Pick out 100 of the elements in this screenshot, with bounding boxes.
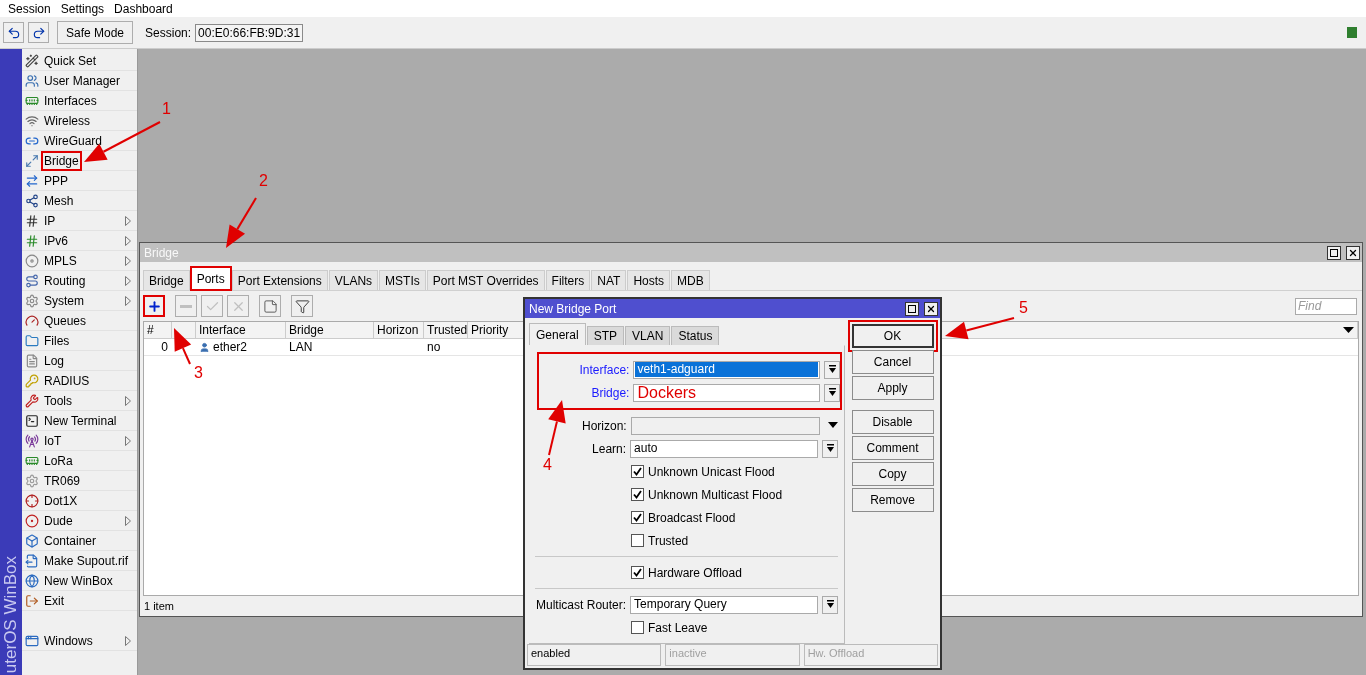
tab[interactable]: Ports bbox=[190, 267, 231, 290]
sidebar-item[interactable]: Wireless bbox=[22, 111, 137, 131]
dropdown-button[interactable] bbox=[824, 360, 840, 379]
tab[interactable]: Port MST Overrides bbox=[426, 270, 545, 290]
sidebar-item[interactable]: Container bbox=[22, 531, 137, 551]
dialog-button[interactable]: Disable bbox=[851, 410, 934, 434]
sidebar-item[interactable]: User Manager bbox=[22, 71, 137, 91]
sidebar-item[interactable]: Tools bbox=[22, 391, 137, 411]
tab[interactable]: NAT bbox=[591, 270, 627, 290]
tab[interactable]: Hosts bbox=[627, 270, 671, 290]
sidebar-item[interactable]: Mesh bbox=[22, 191, 137, 211]
dropdown-arrow-icon bbox=[827, 365, 837, 374]
sidebar-item[interactable]: Quick Set bbox=[22, 51, 137, 71]
dropdown-arrow-icon bbox=[825, 444, 835, 453]
sidebar-item[interactable]: PPP bbox=[22, 171, 137, 191]
sidebar-item[interactable]: Exit bbox=[22, 591, 137, 611]
close-button[interactable] bbox=[1346, 245, 1360, 260]
dropdown-field[interactable]: auto bbox=[630, 439, 819, 458]
dialog-button[interactable]: Copy bbox=[851, 462, 934, 486]
four-arrows-icon bbox=[25, 153, 39, 168]
sidebar-item[interactable]: TR069 bbox=[22, 471, 137, 491]
sidebar-item[interactable]: Make Supout.rif bbox=[22, 551, 137, 571]
sidebar-item[interactable]: Windows bbox=[22, 631, 137, 651]
menu-item[interactable]: Session bbox=[3, 1, 56, 16]
maximize-button[interactable] bbox=[1327, 245, 1341, 260]
safe-mode-button[interactable]: Safe Mode bbox=[57, 21, 134, 44]
column-header[interactable]: Bridge bbox=[286, 322, 374, 338]
checkbox[interactable] bbox=[631, 621, 644, 634]
sidebar-label: New Terminal bbox=[43, 412, 118, 429]
checkbox-label: Hardware Offload bbox=[648, 565, 742, 580]
tab[interactable]: Port Extensions bbox=[231, 270, 328, 290]
sidebar-item[interactable]: MPLS bbox=[22, 251, 137, 271]
checkbox[interactable] bbox=[631, 566, 644, 579]
sidebar-item[interactable]: Queues bbox=[22, 311, 137, 331]
nodes-icon bbox=[25, 193, 39, 208]
folder-icon bbox=[25, 333, 39, 348]
tab[interactable]: Status bbox=[671, 326, 720, 345]
maximize-button[interactable] bbox=[905, 301, 919, 316]
combo-field[interactable] bbox=[630, 416, 821, 435]
sidebar-item[interactable]: Bridge bbox=[22, 151, 137, 171]
sidebar-item[interactable]: RADIUS bbox=[22, 371, 137, 391]
submenu-arrow-icon bbox=[125, 275, 131, 286]
sidebar-item[interactable]: Files bbox=[22, 331, 137, 351]
dropdown-field[interactable]: veth1-adguard bbox=[633, 360, 821, 379]
checkbox[interactable] bbox=[631, 511, 644, 524]
dialog-button[interactable]: Apply bbox=[851, 376, 934, 400]
sidebar-item[interactable]: New WinBox bbox=[22, 571, 137, 591]
column-menu-arrow-icon[interactable] bbox=[1343, 326, 1354, 334]
field-value: auto bbox=[633, 441, 659, 456]
dropdown-button[interactable] bbox=[822, 595, 838, 614]
tab[interactable]: Bridge bbox=[143, 270, 190, 290]
column-header[interactable]: Horizon bbox=[374, 322, 424, 338]
column-header[interactable]: Trusted bbox=[424, 322, 468, 338]
dropdown-arrow-icon[interactable] bbox=[828, 422, 838, 429]
checkbox[interactable] bbox=[631, 534, 644, 547]
tab[interactable]: VLANs bbox=[328, 270, 379, 290]
window-title: Bridge bbox=[144, 245, 180, 260]
dialog-button[interactable]: Remove bbox=[851, 488, 934, 512]
sidebar-item[interactable]: Dude bbox=[22, 511, 137, 531]
menu-item[interactable]: Settings bbox=[55, 1, 110, 16]
table-cell: no bbox=[427, 339, 441, 355]
sidebar-label: TR069 bbox=[43, 472, 82, 489]
sidebar-label: Mesh bbox=[43, 192, 75, 209]
filter-button[interactable] bbox=[291, 295, 313, 317]
dialog-button[interactable]: Cancel bbox=[851, 350, 934, 374]
dropdown-field[interactable]: Dockers bbox=[633, 383, 821, 402]
sidebar-item[interactable]: Dot1X bbox=[22, 491, 137, 511]
dropdown-button[interactable] bbox=[822, 439, 838, 458]
dropdown-field[interactable]: Temporary Query bbox=[630, 595, 819, 614]
sidebar-label: Make Supout.rif bbox=[43, 552, 130, 569]
tab[interactable]: MDB bbox=[671, 270, 710, 290]
sidebar-item[interactable]: IPv6 bbox=[22, 231, 137, 251]
checkbox[interactable] bbox=[631, 465, 644, 478]
annotation-number: 4 bbox=[543, 456, 552, 474]
add-button[interactable] bbox=[143, 295, 165, 317]
sidebar-item[interactable]: Interfaces bbox=[22, 91, 137, 111]
find-field[interactable]: Find bbox=[1295, 297, 1357, 315]
target-icon bbox=[25, 513, 39, 528]
column-header[interactable]: # bbox=[144, 322, 172, 338]
sidebar-item[interactable]: LoRa bbox=[22, 451, 137, 471]
tab[interactable]: STP bbox=[586, 326, 625, 345]
sidebar-item[interactable]: New Terminal bbox=[22, 411, 137, 431]
sidebar-item[interactable]: System bbox=[22, 291, 137, 311]
redo-button[interactable] bbox=[28, 22, 49, 43]
sidebar-item[interactable]: Routing bbox=[22, 271, 137, 291]
tab[interactable]: MSTIs bbox=[379, 270, 426, 290]
sidebar-item[interactable]: IP bbox=[22, 211, 137, 231]
dialog-button[interactable]: Comment bbox=[851, 436, 934, 460]
comment-button[interactable] bbox=[259, 295, 281, 317]
undo-button[interactable] bbox=[3, 22, 24, 43]
column-header[interactable]: Interface bbox=[196, 322, 286, 338]
checkbox[interactable] bbox=[631, 488, 644, 501]
close-button[interactable] bbox=[924, 301, 938, 316]
sidebar-item[interactable]: IoT bbox=[22, 431, 137, 451]
dropdown-button[interactable] bbox=[824, 383, 840, 402]
sidebar-item[interactable]: Log bbox=[22, 351, 137, 371]
menu-item[interactable]: Dashboard bbox=[109, 1, 178, 16]
tab[interactable]: General bbox=[529, 323, 586, 345]
tab[interactable]: Filters bbox=[545, 270, 591, 290]
tab[interactable]: VLAN bbox=[625, 326, 671, 345]
